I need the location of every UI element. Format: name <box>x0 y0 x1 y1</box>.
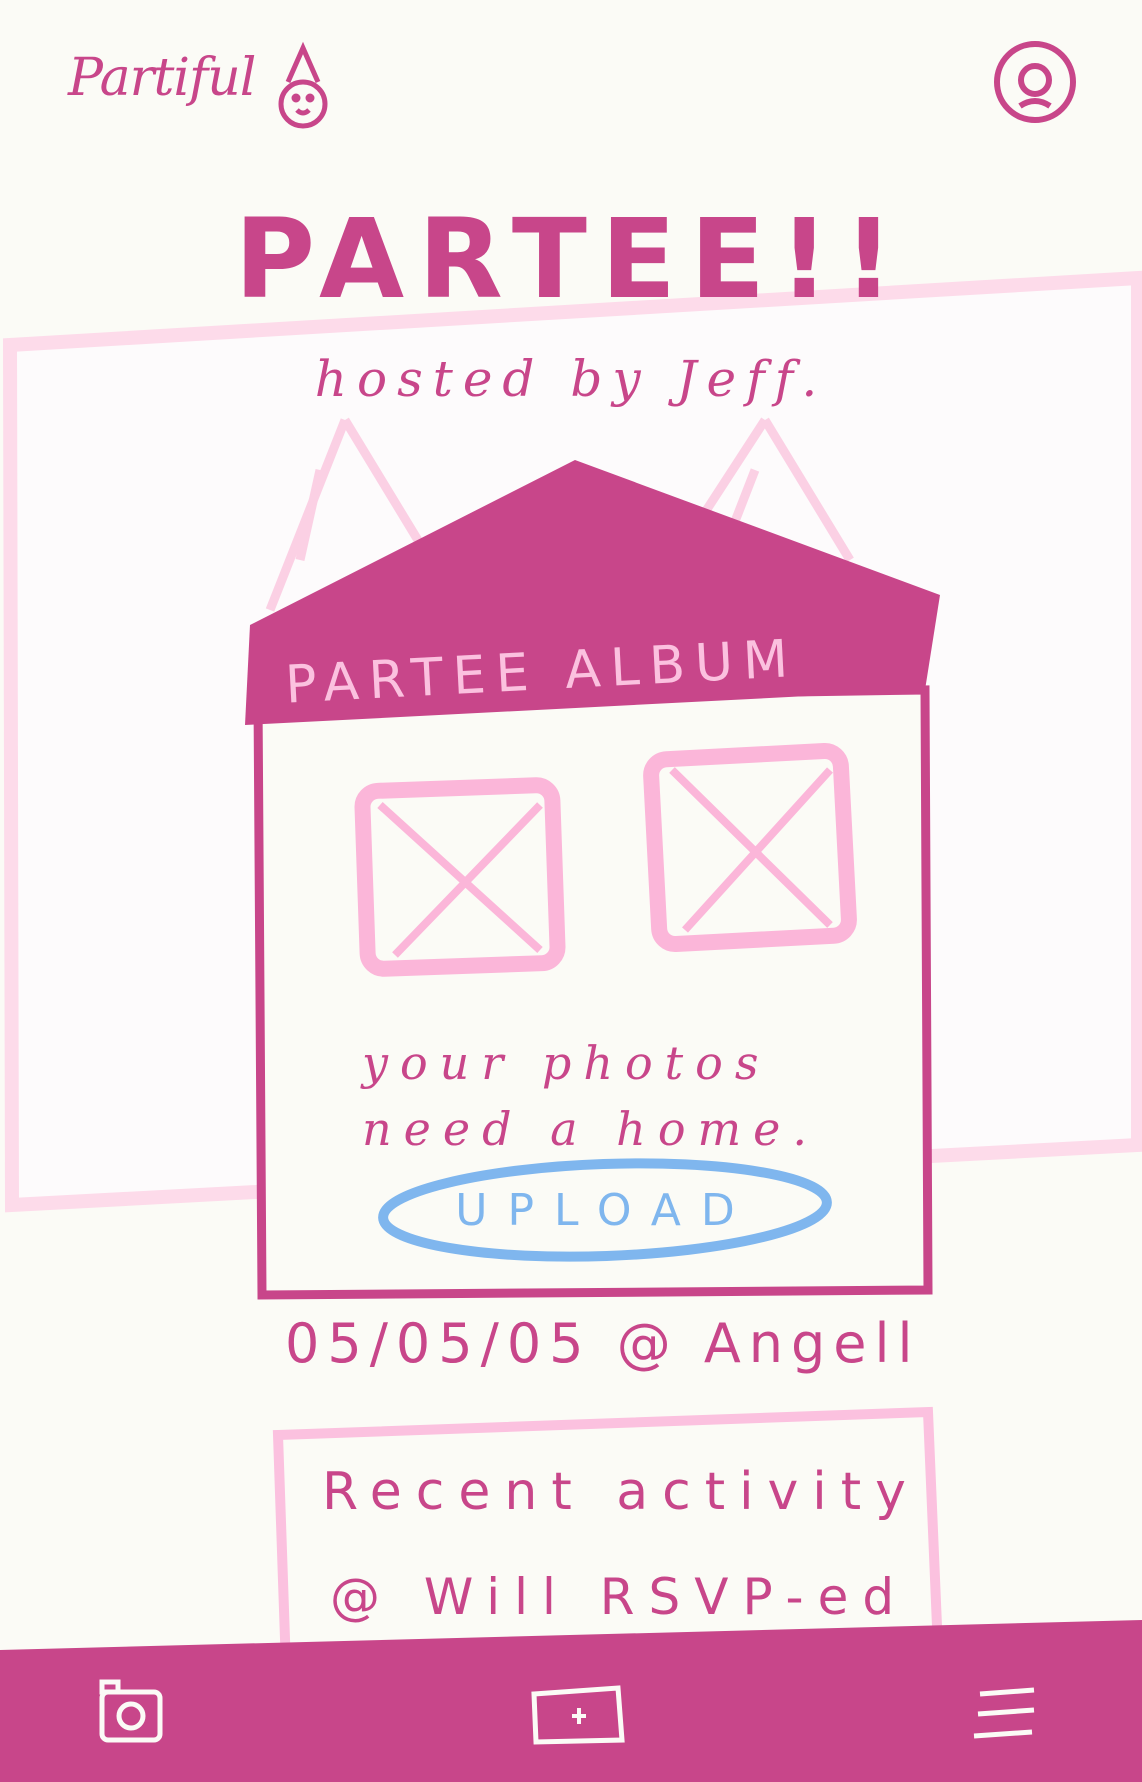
activity-item: @ Will RSVP-ed <box>330 1568 909 1626</box>
album-tagline-line2: need a home. <box>362 1102 819 1156</box>
upload-button[interactable]: UPLOAD <box>385 1162 825 1258</box>
album-tagline: your photos need a home. <box>362 1030 882 1162</box>
album-tagline-line1: your photos <box>362 1036 771 1090</box>
party-hat-mascot-icon <box>278 41 328 129</box>
add-icon[interactable] <box>528 1680 628 1750</box>
menu-icon[interactable] <box>970 1682 1042 1746</box>
event-title: PARTEE!! <box>234 195 908 323</box>
event-date-location: 05/05/05 @ Angell <box>285 1312 921 1375</box>
activity-title: Recent activity <box>322 1462 920 1522</box>
profile-search-icon <box>994 41 1076 123</box>
event-host: hosted by Jeff. <box>314 350 828 408</box>
camera-icon[interactable] <box>96 1676 168 1748</box>
app-logo[interactable]: Partiful <box>68 48 256 108</box>
